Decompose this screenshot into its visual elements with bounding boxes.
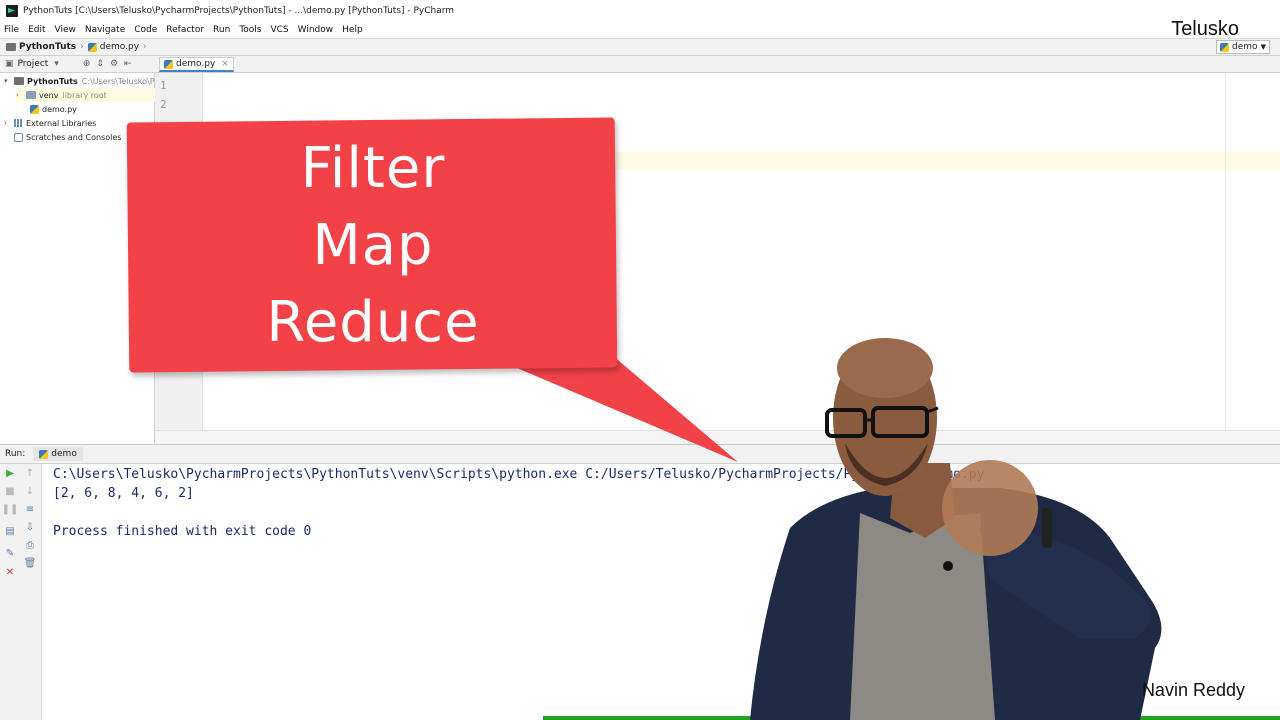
menu-help[interactable]: Help [342, 25, 363, 35]
arrow-down-icon[interactable]: ↓ [23, 484, 37, 498]
layout-icon[interactable]: ▤ [3, 524, 17, 538]
python-file-icon [30, 104, 39, 114]
breadcrumb-project[interactable]: PythonTuts [6, 42, 76, 52]
tab-demo-py[interactable]: demo.py × [159, 57, 234, 72]
chevron-right-icon[interactable]: › [4, 119, 14, 127]
trash-icon[interactable]: 🗑 [23, 556, 37, 570]
wristwatch [1042, 508, 1052, 548]
line-number-gutter: 1 2 [155, 73, 203, 430]
menu-edit[interactable]: Edit [28, 25, 45, 35]
lapel-mic [943, 561, 953, 571]
close-icon[interactable]: ✕ [3, 565, 17, 579]
tree-item-label: PythonTuts [27, 76, 78, 86]
menu-navigate[interactable]: Navigate [85, 25, 125, 35]
arrow-up-icon[interactable]: ↑ [23, 466, 37, 480]
python-file-icon [164, 59, 173, 69]
run-panel-label: Run: [5, 449, 26, 459]
tree-item-label: demo.py [42, 104, 77, 114]
project-panel-title[interactable]: Project [18, 59, 49, 69]
presenter-hand [942, 460, 1038, 556]
tree-item-label: Scratches and Consoles [26, 132, 122, 142]
menu-vcs[interactable]: VCS [270, 25, 288, 35]
project-panel-header: ▣ Project ▾ ⊕ ⇕ ⚙ ⇤ [0, 56, 155, 73]
close-icon[interactable]: × [221, 59, 229, 69]
library-icon [14, 119, 23, 127]
stop-icon[interactable]: ■ [3, 484, 17, 498]
pin-icon[interactable]: ✎ [3, 546, 17, 560]
menu-bar: File Edit View Navigate Code Refactor Ru… [0, 22, 1280, 38]
tree-item-label: venv [39, 90, 59, 100]
console-line: Process finished with exit code 0 [53, 524, 312, 539]
chevron-down-icon[interactable]: ▾ [4, 77, 14, 85]
chevron-right-icon: › [143, 42, 147, 52]
tree-item-external-libraries[interactable]: › External Libraries [4, 116, 96, 130]
rerun-icon[interactable]: ▶ [3, 466, 17, 480]
menu-run[interactable]: Run [213, 25, 230, 35]
chevron-right-icon[interactable]: › [16, 91, 26, 99]
gear-icon[interactable]: ⚙ [110, 59, 118, 69]
folder-icon [14, 77, 24, 85]
current-line-highlight [203, 152, 1280, 170]
tree-item-hint: library root [62, 90, 107, 100]
folder-icon [6, 43, 16, 51]
hide-icon[interactable]: ⇤ [124, 59, 132, 69]
tab-label: demo.py [176, 59, 216, 69]
tree-item-venv[interactable]: › venv library root [16, 88, 155, 102]
line-number: 2 [160, 98, 167, 111]
chevron-right-icon: › [80, 42, 84, 52]
run-toolbar: ▶ ↑ ■ ↓ ❚❚ ≡ ▤ ⇩ ✎ ⎙ ✕ 🗑 [0, 464, 42, 720]
print-icon[interactable]: ⎙ [23, 538, 37, 552]
right-margin-guide [1225, 73, 1226, 430]
project-icon: ▣ [5, 59, 14, 69]
tree-item-scratches[interactable]: Scratches and Consoles [14, 130, 121, 144]
menu-refactor[interactable]: Refactor [166, 25, 204, 35]
tree-item-pythontuts[interactable]: ▾ PythonTuts C:\Users\Telusko\Py [4, 74, 159, 88]
chevron-down-icon: ▼ [1260, 43, 1266, 51]
tree-item-demo-py[interactable]: demo.py [30, 102, 77, 116]
navigation-bar: PythonTuts › demo.py › demo ▼ [0, 38, 1280, 56]
breadcrumb-file-label: demo.py [99, 42, 140, 52]
menu-code[interactable]: Code [134, 25, 157, 35]
presenter-scalp [837, 338, 933, 398]
project-tree: ▾ PythonTuts C:\Users\Telusko\Py › venv … [0, 73, 159, 443]
python-file-icon [39, 449, 49, 459]
python-file-icon [1220, 42, 1229, 52]
run-tab-label: demo [51, 449, 77, 459]
breadcrumb-file[interactable]: demo.py [87, 42, 140, 52]
chevron-down-icon[interactable]: ▾ [54, 59, 59, 69]
menu-view[interactable]: View [55, 25, 76, 35]
window-title: PythonTuts [C:\Users\Telusko\PycharmProj… [23, 6, 455, 16]
title-bar: PythonTuts [C:\Users\Telusko\PycharmProj… [0, 0, 1280, 22]
line-number: 1 [160, 79, 167, 92]
folder-icon [26, 91, 36, 99]
run-tab-demo[interactable]: demo [33, 447, 83, 461]
pause-icon[interactable]: ❚❚ [2, 502, 19, 516]
menu-file[interactable]: File [4, 25, 19, 35]
scratch-icon [14, 132, 23, 142]
menu-tools[interactable]: Tools [239, 25, 261, 35]
scroll-to-end-icon[interactable]: ⇩ [23, 520, 37, 534]
breadcrumb-project-label: PythonTuts [19, 42, 77, 52]
console-line: [2, 6, 8, 4, 6, 2] [53, 486, 194, 501]
presenter-caption: Navin Reddy [1141, 680, 1245, 700]
editor-tab-bar: demo.py × [155, 56, 1280, 73]
collapse-icon[interactable]: ⇕ [96, 59, 104, 69]
run-config-select[interactable]: demo ▼ [1216, 40, 1270, 54]
menu-window[interactable]: Window [298, 25, 334, 35]
python-file-icon [87, 42, 97, 52]
presenter-video [750, 338, 1162, 720]
tree-item-label: External Libraries [26, 118, 97, 128]
locate-icon[interactable]: ⊕ [83, 59, 91, 69]
tree-item-path: C:\Users\Telusko\Py [81, 76, 160, 86]
pycharm-icon [6, 5, 18, 17]
soft-wrap-icon[interactable]: ≡ [23, 502, 37, 516]
run-config-label: demo [1232, 42, 1258, 52]
